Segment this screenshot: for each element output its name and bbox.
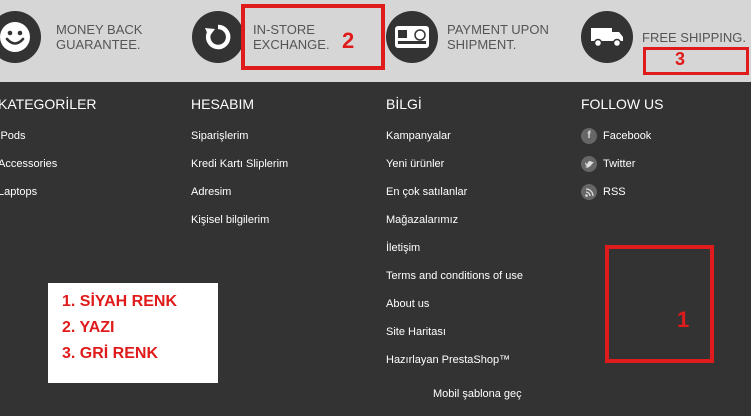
- rss-icon: [581, 184, 597, 200]
- footer-link[interactable]: Kampanyalar: [386, 129, 523, 157]
- annotation-number-3: 3: [675, 49, 686, 69]
- reassurance-text: FREE SHIPPING.: [642, 29, 747, 45]
- twitter-link[interactable]: Twitter: [581, 156, 663, 185]
- annotation-box-1: [605, 245, 714, 363]
- annotation-legend: 1. SİYAH RENK 2. YAZI 3. GRİ RENK: [48, 283, 218, 383]
- refresh-icon: [192, 11, 244, 63]
- smiley-icon: [0, 11, 41, 63]
- reassurance-payment: PAYMENT UPON SHIPMENT.: [386, 11, 567, 63]
- footer-link[interactable]: En çok satılanlar: [386, 185, 523, 213]
- card-icon: [386, 11, 438, 63]
- footer-link[interactable]: Hazırlayan PrestaShop™: [386, 353, 523, 381]
- legend-item: 3. GRİ RENK: [62, 345, 159, 362]
- legend-item: 2. YAZI: [62, 319, 115, 336]
- footer-link[interactable]: Site Haritası: [386, 325, 523, 353]
- facebook-icon: f: [581, 128, 597, 144]
- footer-follow: FOLLOW US f Facebook Twitter RSS: [581, 96, 663, 213]
- footer-link[interactable]: Terms and conditions of use: [386, 269, 523, 297]
- footer-link[interactable]: Kişisel bilgilerim: [191, 213, 288, 241]
- footer-link[interactable]: Mağazalarımız: [386, 213, 523, 241]
- footer-heading: KATEGORİLER: [0, 96, 97, 112]
- facebook-link[interactable]: f Facebook: [581, 128, 663, 157]
- twitter-icon: [581, 156, 597, 172]
- footer-link[interactable]: İletişim: [386, 241, 523, 269]
- legend-item: 1. SİYAH RENK: [62, 293, 177, 310]
- rss-link[interactable]: RSS: [581, 184, 663, 213]
- footer-heading: FOLLOW US: [581, 96, 664, 112]
- reassurance-text: PAYMENT UPON SHIPMENT.: [447, 22, 549, 52]
- footer-info: BİLGİ Kampanyalar Yeni ürünler En çok sa…: [386, 96, 523, 381]
- social-label: Twitter: [603, 158, 636, 170]
- footer-link[interactable]: Laptops: [0, 185, 97, 213]
- reassurance-text: MONEY BACK GUARANTEE.: [56, 22, 143, 52]
- footer-categories: KATEGORİLER iPods Accessories Laptops: [0, 96, 97, 213]
- footer-account: HESABIM Siparişlerim Kredi Kartı Slipler…: [191, 96, 288, 241]
- footer-link[interactable]: Adresim: [191, 185, 288, 213]
- annotation-number-2: 2: [342, 28, 355, 53]
- footer-heading: HESABIM: [191, 96, 255, 112]
- footer-heading: BİLGİ: [386, 96, 422, 112]
- footer-link[interactable]: About us: [386, 297, 523, 325]
- footer-link[interactable]: Kredi Kartı Sliplerim: [191, 157, 288, 185]
- footer-link[interactable]: Siparişlerim: [191, 129, 288, 157]
- annotation-box-3: [643, 47, 749, 75]
- social-label: Facebook: [603, 130, 652, 142]
- footer-link[interactable]: Accessories: [0, 157, 97, 185]
- annotation-number-1: 1: [677, 307, 690, 332]
- truck-icon: [581, 11, 633, 63]
- mobile-template-link[interactable]: Mobil şablona geç: [433, 388, 522, 400]
- reassurance-money-back: MONEY BACK GUARANTEE.: [0, 11, 176, 63]
- footer-link[interactable]: Yeni ürünler: [386, 157, 523, 185]
- social-label: RSS: [603, 186, 626, 198]
- annotation-box-2: [241, 4, 385, 70]
- footer-link[interactable]: iPods: [0, 129, 97, 157]
